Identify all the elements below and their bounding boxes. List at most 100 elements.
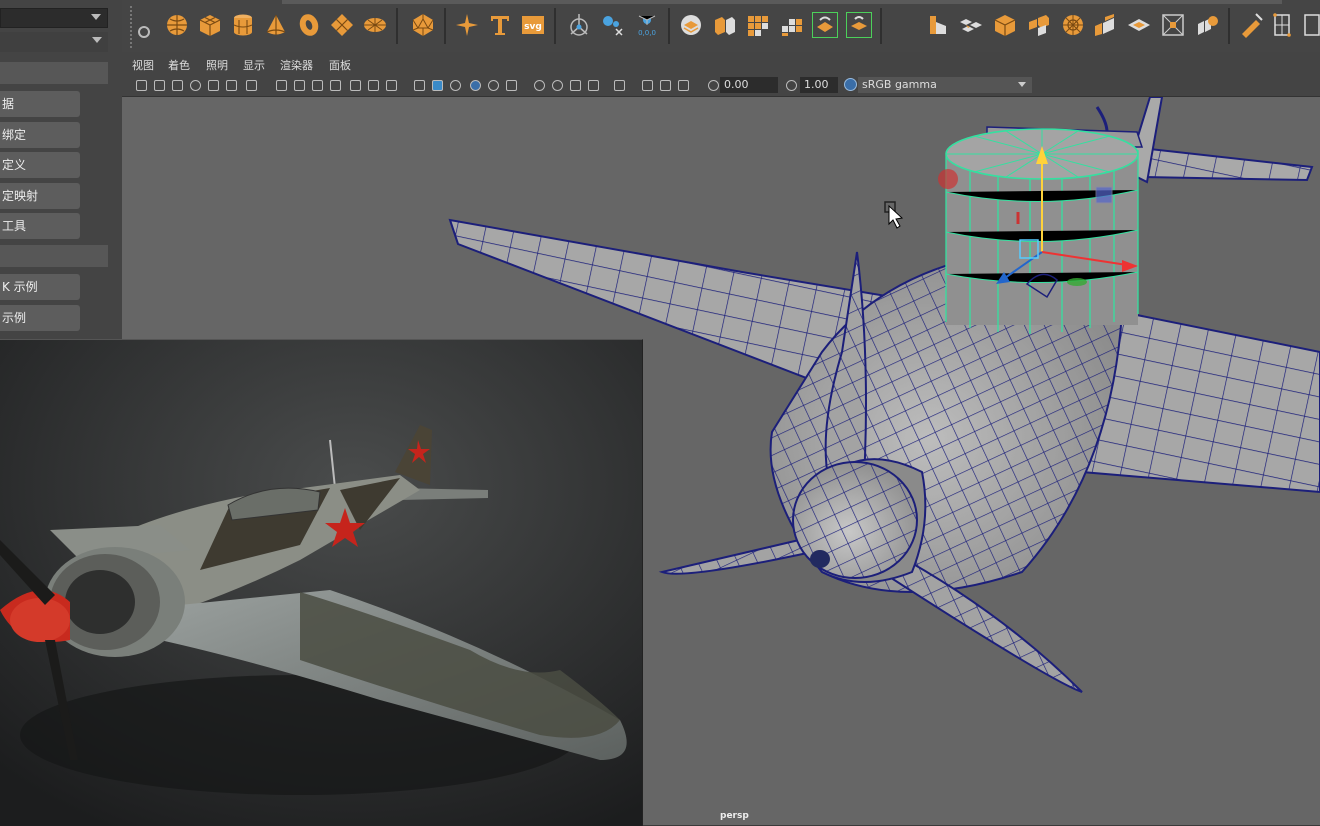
paint-icon[interactable] [1194, 12, 1220, 38]
shelf-options-icon[interactable] [138, 26, 150, 38]
svg-text:svg: svg [524, 22, 542, 32]
gate-mask-icon[interactable] [330, 80, 341, 91]
bridge-icon[interactable] [812, 12, 838, 38]
mirror-icon[interactable] [924, 12, 950, 38]
use-lights-icon[interactable] [488, 80, 499, 91]
wrap-icon[interactable] [1302, 12, 1320, 38]
color-space-label: sRGB gamma [862, 78, 937, 91]
multicut-icon[interactable] [1026, 12, 1052, 38]
bookmark-icon[interactable] [172, 80, 183, 91]
type-icon[interactable] [487, 12, 513, 38]
left-button-3[interactable]: 定义 [0, 152, 80, 178]
pivot-icon[interactable] [566, 12, 592, 38]
left-tool-panel: 据 绑定 定义 定映射 工具 K 示例 示例 [0, 0, 123, 340]
left-section-header-2 [0, 245, 108, 267]
color-space-select[interactable]: sRGB gamma [858, 77, 1032, 93]
chevron-down-icon [92, 37, 102, 43]
xray-joints-icon[interactable] [660, 80, 671, 91]
shelf-separator [668, 8, 670, 44]
separate-icon[interactable] [712, 12, 738, 38]
shelf-separator [554, 8, 556, 44]
mouse-cursor-icon [884, 201, 904, 229]
plane-icon[interactable] [329, 12, 355, 38]
left-button-6[interactable]: K 示例 [0, 274, 80, 300]
cylinder-icon[interactable] [230, 12, 256, 38]
color-management-icon[interactable] [844, 78, 857, 91]
safe-action-icon[interactable] [368, 80, 379, 91]
left-button-5[interactable]: 工具 [0, 213, 80, 239]
anti-aliasing-icon[interactable] [570, 80, 581, 91]
2d-pan-icon[interactable] [246, 80, 257, 91]
smooth-icon[interactable] [846, 12, 872, 38]
wireframe-icon[interactable] [414, 80, 425, 91]
uv-icon[interactable] [1126, 12, 1152, 38]
left-button-7[interactable]: 示例 [0, 305, 80, 331]
isolate-select-icon[interactable] [614, 80, 625, 91]
panel-menu-bar: 视图 着色 照明 显示 渲染器 面板 [122, 52, 1320, 74]
shelf-grip[interactable] [130, 6, 136, 48]
left-dropdown-1[interactable] [0, 8, 108, 28]
left-section-header [0, 62, 108, 84]
image-plane-icon[interactable] [190, 80, 201, 91]
camera-attributes-icon[interactable] [154, 80, 165, 91]
transfer-icon[interactable] [1160, 12, 1186, 38]
camera-select-icon[interactable] [136, 80, 147, 91]
spinner-mesh[interactable] [792, 458, 927, 583]
textured-icon[interactable] [470, 80, 481, 91]
svg-text:0,0,0: 0,0,0 [638, 29, 656, 37]
disc-icon[interactable] [362, 12, 388, 38]
camera-name-label: persp [720, 811, 749, 821]
menu-renderer[interactable]: 渲染器 [280, 57, 313, 73]
sphere-icon[interactable] [164, 12, 190, 38]
svg-icon[interactable]: svg [520, 12, 546, 38]
field-chart-icon[interactable] [350, 80, 361, 91]
wireframe-on-shaded-icon[interactable] [450, 80, 461, 91]
exposure-icon[interactable] [708, 80, 719, 91]
shelf-separator [444, 8, 446, 44]
shadows-icon[interactable] [506, 80, 517, 91]
measure-icon[interactable] [600, 12, 626, 38]
menu-shading[interactable]: 着色 [168, 57, 190, 73]
resolution-gate-icon[interactable] [312, 80, 323, 91]
shelf-toolbar: svg 0,0,0 [122, 0, 1320, 53]
exposure-field[interactable]: 0.00 [720, 77, 778, 93]
grease-pencil-icon[interactable] [226, 80, 237, 91]
gamma-icon[interactable] [786, 80, 797, 91]
xray-icon[interactable] [642, 80, 653, 91]
backface-culling-icon[interactable] [678, 80, 689, 91]
pan-zoom-icon[interactable] [208, 80, 219, 91]
film-gate-icon[interactable] [294, 80, 305, 91]
menu-panels[interactable]: 面板 [329, 57, 351, 73]
extrude-icon[interactable] [778, 12, 804, 38]
lattice-icon[interactable] [1270, 12, 1296, 38]
smooth-shade-icon[interactable] [432, 80, 443, 91]
cluster-icon[interactable]: 0,0,0 [634, 12, 660, 38]
menu-show[interactable]: 显示 [243, 57, 265, 73]
left-button-4[interactable]: 定映射 [0, 183, 80, 209]
gamma-field[interactable]: 1.00 [800, 77, 838, 93]
left-dropdown-2[interactable] [0, 32, 108, 52]
left-button-2[interactable]: 绑定 [0, 122, 80, 148]
bevel-icon[interactable] [744, 12, 770, 38]
torus-icon[interactable] [296, 12, 322, 38]
boolean-icon[interactable] [958, 12, 984, 38]
left-button-1[interactable]: 据 [0, 91, 80, 117]
safe-title-icon[interactable] [386, 80, 397, 91]
cube-icon[interactable] [197, 12, 223, 38]
depth-of-field-icon[interactable] [588, 80, 599, 91]
menu-view[interactable]: 视图 [132, 57, 154, 73]
platonic-icon[interactable] [410, 12, 436, 38]
combine-icon[interactable] [678, 12, 704, 38]
motion-blur-icon[interactable] [552, 80, 563, 91]
cone-icon[interactable] [263, 12, 289, 38]
ambient-occlusion-icon[interactable] [534, 80, 545, 91]
reference-render-image [0, 339, 643, 826]
grid-icon[interactable] [276, 80, 287, 91]
quad-draw-icon[interactable] [1092, 12, 1118, 38]
target-weld-icon[interactable] [1060, 12, 1086, 38]
insert-loop-icon[interactable] [992, 12, 1018, 38]
sweep-icon[interactable] [454, 12, 480, 38]
shelf-separator [396, 8, 398, 44]
sculpt-icon[interactable] [1238, 12, 1264, 38]
menu-lighting[interactable]: 照明 [206, 57, 228, 73]
